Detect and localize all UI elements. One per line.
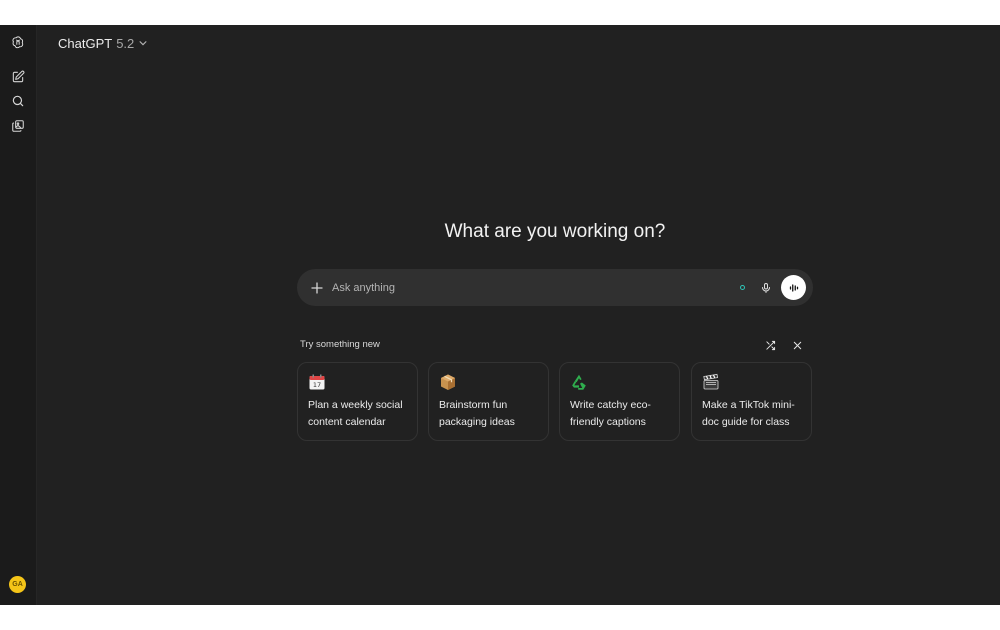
sidebar: GA	[0, 25, 37, 605]
suggestion-card[interactable]: Write catchy eco-friendly captions	[559, 362, 680, 441]
composer	[297, 269, 813, 306]
suggestion-card[interactable]: 17 Plan a weekly social content calendar	[297, 362, 418, 441]
suggestion-card[interactable]: Brainstorm fun packaging ideas	[428, 362, 549, 441]
status-dot-icon	[740, 285, 745, 290]
suggestion-cards: 17 Plan a weekly social content calendar…	[297, 362, 813, 442]
openai-logo-icon[interactable]	[8, 32, 28, 52]
suggestion-text: Plan a weekly social content calendar	[308, 399, 403, 428]
suggestions-label: Try something new	[300, 339, 380, 350]
waveform-icon	[789, 283, 798, 292]
package-icon	[439, 373, 457, 391]
avatar[interactable]: GA	[9, 576, 26, 593]
shuffle-icon	[765, 340, 775, 350]
clapper-board-icon	[702, 373, 720, 391]
search-icon[interactable]	[8, 91, 28, 111]
new-chat-icon[interactable]	[8, 67, 28, 87]
app-window: GA ChatGPT 5.2 What are you working on?	[0, 25, 1000, 605]
dismiss-suggestions-button[interactable]	[789, 337, 805, 353]
avatar-initials: GA	[12, 581, 23, 588]
prompt-input[interactable]	[332, 277, 722, 298]
chevron-down-icon	[139, 41, 147, 46]
shuffle-button[interactable]	[762, 337, 778, 353]
calendar-icon: 17	[308, 373, 326, 391]
dictate-button[interactable]	[757, 278, 775, 297]
add-attachment-button[interactable]	[307, 278, 326, 297]
suggestion-text: Make a TikTok mini-doc guide for class	[702, 399, 795, 428]
plus-icon	[310, 281, 323, 294]
close-icon	[793, 341, 801, 349]
recycle-icon	[570, 373, 588, 391]
page-title: What are you working on?	[444, 221, 666, 242]
voice-mode-button[interactable]	[781, 275, 806, 300]
suggestion-card[interactable]: Make a TikTok mini-doc guide for class	[691, 362, 812, 441]
svg-text:17: 17	[313, 381, 321, 389]
suggestions-header: Try something new	[297, 337, 813, 353]
model-selector[interactable]: ChatGPT 5.2	[50, 33, 156, 53]
microphone-icon	[762, 282, 770, 293]
suggestion-text: Write catchy eco-friendly captions	[570, 399, 651, 428]
library-icon[interactable]	[8, 116, 28, 136]
model-version: 5.2	[116, 35, 135, 51]
model-name: ChatGPT	[58, 35, 113, 51]
suggestion-text: Brainstorm fun packaging ideas	[439, 399, 515, 428]
